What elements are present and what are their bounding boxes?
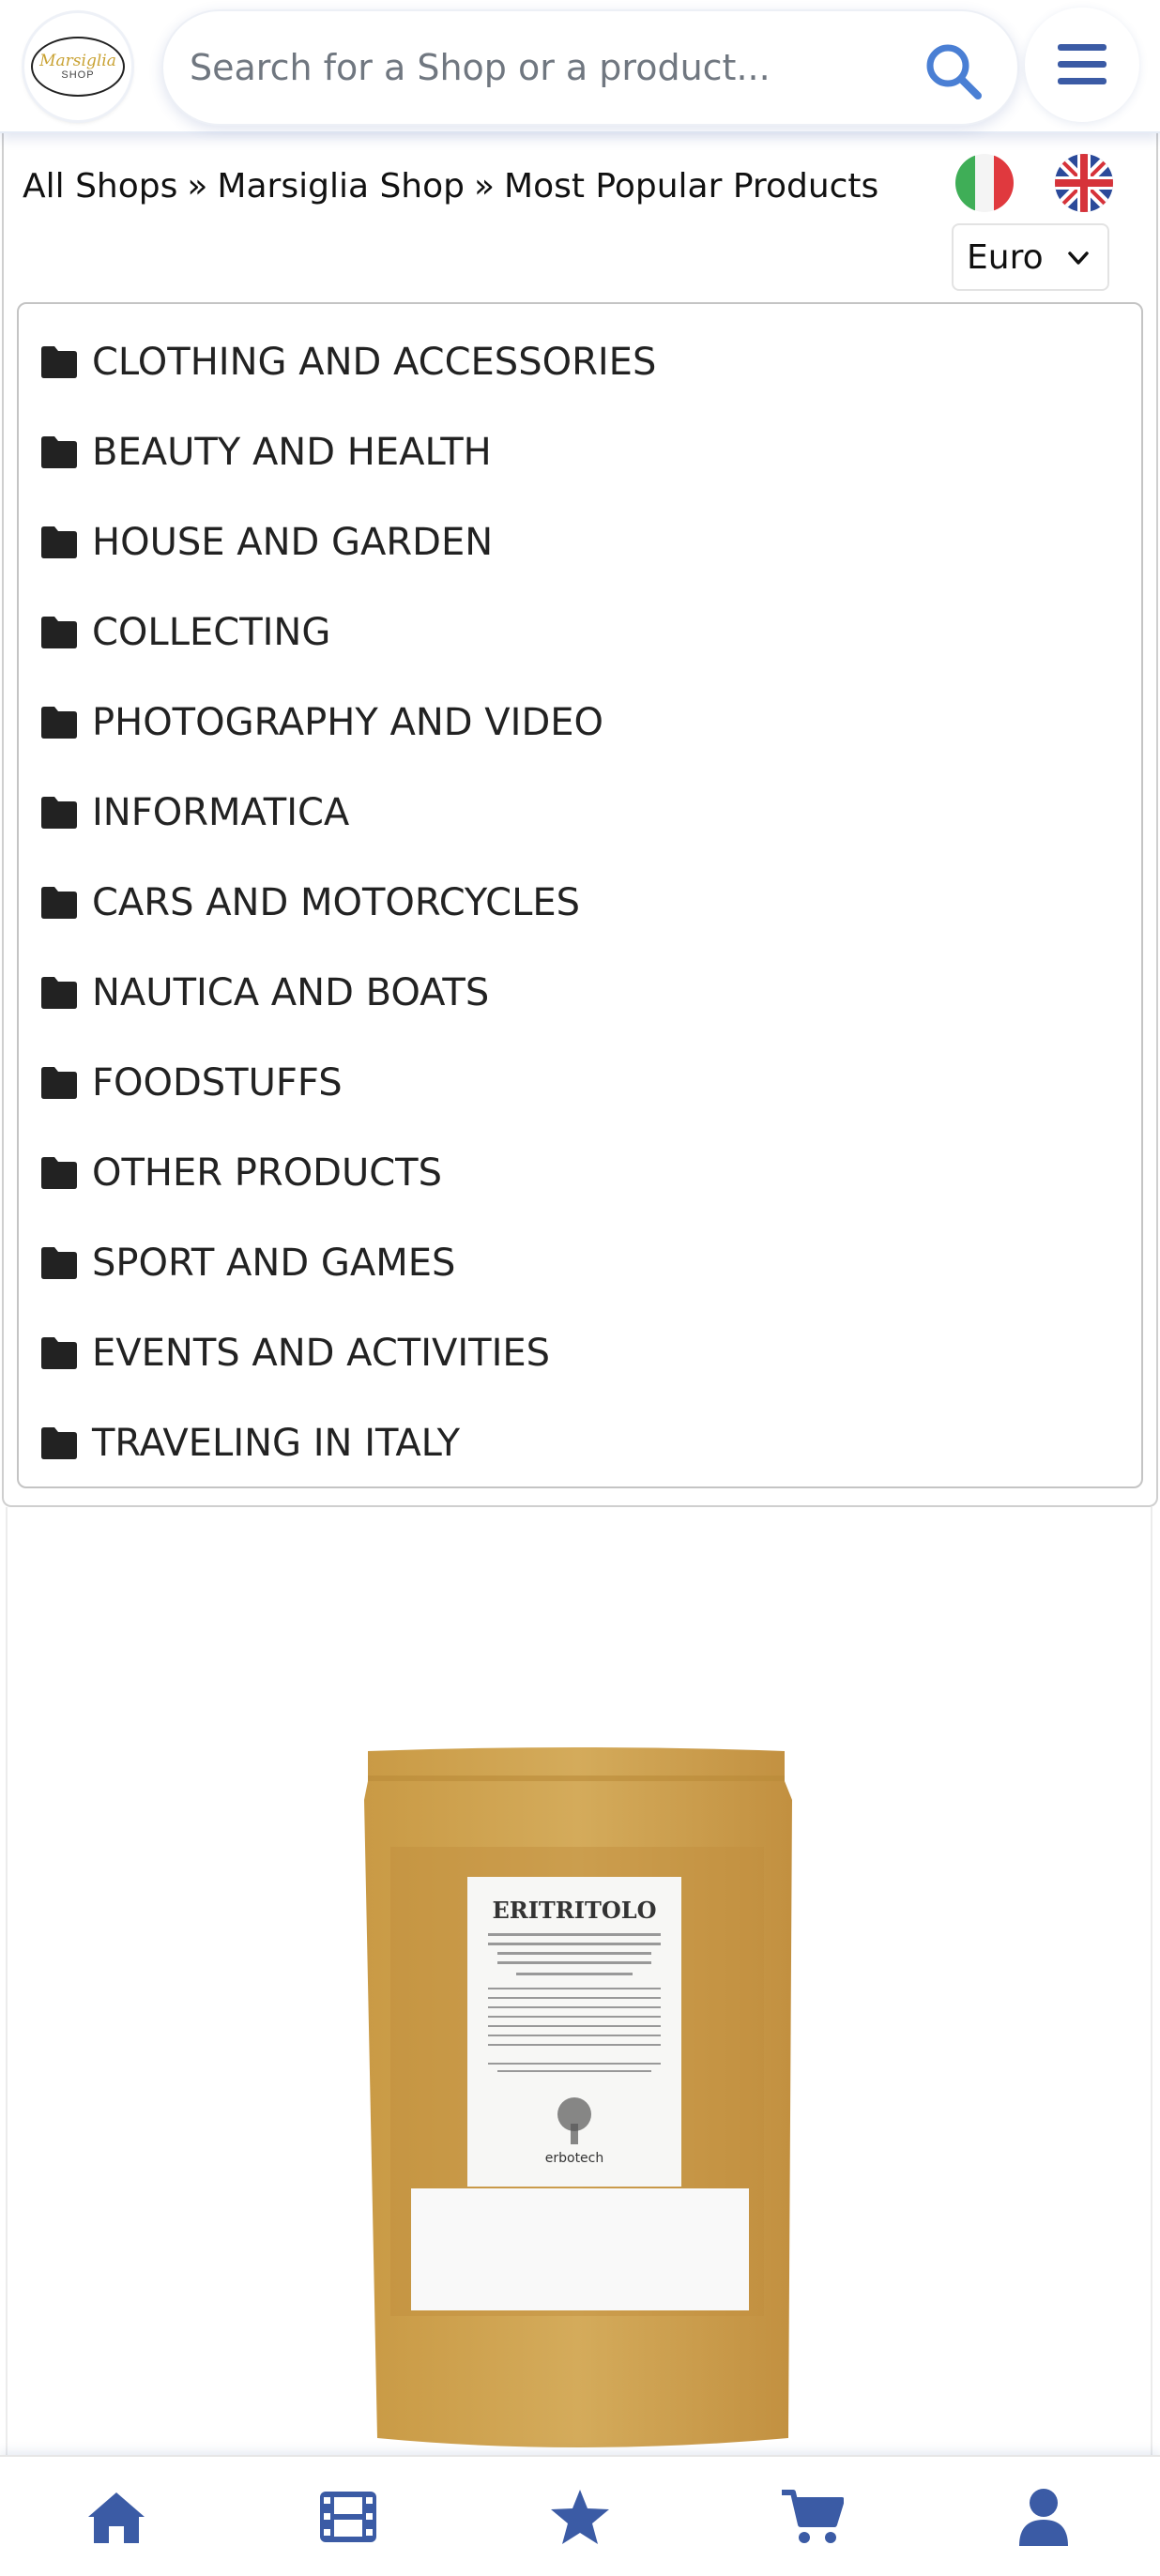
category-label: CARS AND MOTORCYCLES [92, 881, 581, 924]
nav-favorites-button[interactable] [524, 2470, 636, 2564]
home-icon [87, 2492, 145, 2543]
folder-icon [41, 346, 77, 378]
breadcrumb: All Shops» Marsiglia Shop» Most Popular Pr… [23, 167, 878, 206]
category-label: EVENTS AND ACTIVITIES [92, 1332, 551, 1375]
italian-flag-icon[interactable] [955, 154, 1014, 212]
folder-icon [41, 887, 77, 919]
category-item[interactable]: CLOTHING AND ACCESSORIES [19, 317, 1141, 407]
folder-icon [41, 526, 77, 558]
shop-logo[interactable]: Marsiglia SHOP [24, 13, 131, 120]
folder-icon [41, 1157, 77, 1189]
category-item[interactable]: COLLECTING [19, 587, 1141, 678]
category-label: FOODSTUFFS [92, 1061, 343, 1105]
folder-icon [41, 707, 77, 739]
uk-flag-icon[interactable] [1055, 154, 1113, 212]
category-item[interactable]: BEAUTY AND HEALTH [19, 407, 1141, 497]
category-item[interactable]: TRAVELING IN ITALY [19, 1398, 1141, 1488]
product-label-title: ERITRITOLO [492, 1897, 656, 1924]
category-item[interactable]: HOUSE AND GARDEN [19, 497, 1141, 587]
nav-videos-button[interactable] [292, 2470, 404, 2564]
breadcrumb-separator: » [187, 167, 208, 206]
breadcrumb-current-page: Most Popular Products [504, 167, 879, 206]
folder-icon [41, 617, 77, 648]
product-card[interactable]: ERITRITOLO erbotech [6, 1507, 1152, 2576]
category-item[interactable]: FOODSTUFFS [19, 1038, 1141, 1128]
product-label-brand: erbotech [545, 2151, 604, 2166]
user-icon [1019, 2488, 1069, 2546]
category-label: OTHER PRODUCTS [92, 1151, 443, 1195]
star-icon [550, 2489, 609, 2544]
search-bar [161, 9, 1019, 126]
folder-icon [41, 1067, 77, 1099]
breadcrumb-separator: » [474, 167, 496, 206]
hamburger-menu-button[interactable] [1025, 8, 1139, 122]
top-header: Marsiglia SHOP [0, 0, 1160, 133]
category-label: PHOTOGRAPHY AND VIDEO [92, 701, 603, 744]
folder-icon [41, 436, 77, 468]
category-item[interactable]: SPORT AND GAMES [19, 1218, 1141, 1308]
folder-icon [41, 1247, 77, 1279]
category-label: TRAVELING IN ITALY [92, 1422, 461, 1465]
category-label: HOUSE AND GARDEN [92, 521, 494, 564]
category-item[interactable]: EVENTS AND ACTIVITIES [19, 1308, 1141, 1398]
bottom-nav [0, 2455, 1160, 2576]
breadcrumb-all-shops[interactable]: All Shops [23, 167, 177, 206]
folder-icon [41, 1337, 77, 1369]
currency-value: Euro [967, 237, 1044, 277]
category-label: BEAUTY AND HEALTH [92, 431, 492, 474]
category-item[interactable]: INFORMATICA [19, 768, 1141, 858]
breadcrumb-marsiglia-shop[interactable]: Marsiglia Shop [217, 167, 465, 206]
category-item[interactable]: PHOTOGRAPHY AND VIDEO [19, 678, 1141, 768]
logo-badge: Marsiglia SHOP [31, 37, 125, 97]
currency-select[interactable]: Euro [952, 223, 1109, 291]
hamburger-icon [1058, 44, 1107, 84]
product-image[interactable]: ERITRITOLO erbotech [351, 1744, 801, 2466]
category-label: COLLECTING [92, 611, 331, 654]
nav-cart-button[interactable] [756, 2470, 868, 2564]
nav-home-button[interactable] [60, 2470, 173, 2564]
search-input[interactable] [190, 47, 903, 88]
category-label: CLOTHING AND ACCESSORIES [92, 341, 657, 384]
category-item[interactable]: OTHER PRODUCTS [19, 1128, 1141, 1218]
category-item[interactable]: CARS AND MOTORCYCLES [19, 858, 1141, 948]
folder-icon [41, 797, 77, 829]
chevron-down-icon [1068, 252, 1089, 265]
folder-icon [41, 1427, 77, 1459]
category-label: INFORMATICA [92, 791, 350, 834]
category-item[interactable]: NAUTICA AND BOATS [19, 948, 1141, 1038]
search-icon[interactable] [923, 41, 984, 101]
logo-text: Marsiglia [39, 52, 116, 70]
nav-account-button[interactable] [987, 2470, 1100, 2564]
cart-icon [782, 2489, 845, 2543]
film-icon [319, 2491, 376, 2542]
category-list: CLOTHING AND ACCESSORIES BEAUTY AND HEALT… [17, 302, 1143, 1488]
category-label: SPORT AND GAMES [92, 1242, 456, 1285]
logo-subtext: SHOP [61, 69, 95, 81]
folder-icon [41, 977, 77, 1009]
category-label: NAUTICA AND BOATS [92, 971, 490, 1014]
